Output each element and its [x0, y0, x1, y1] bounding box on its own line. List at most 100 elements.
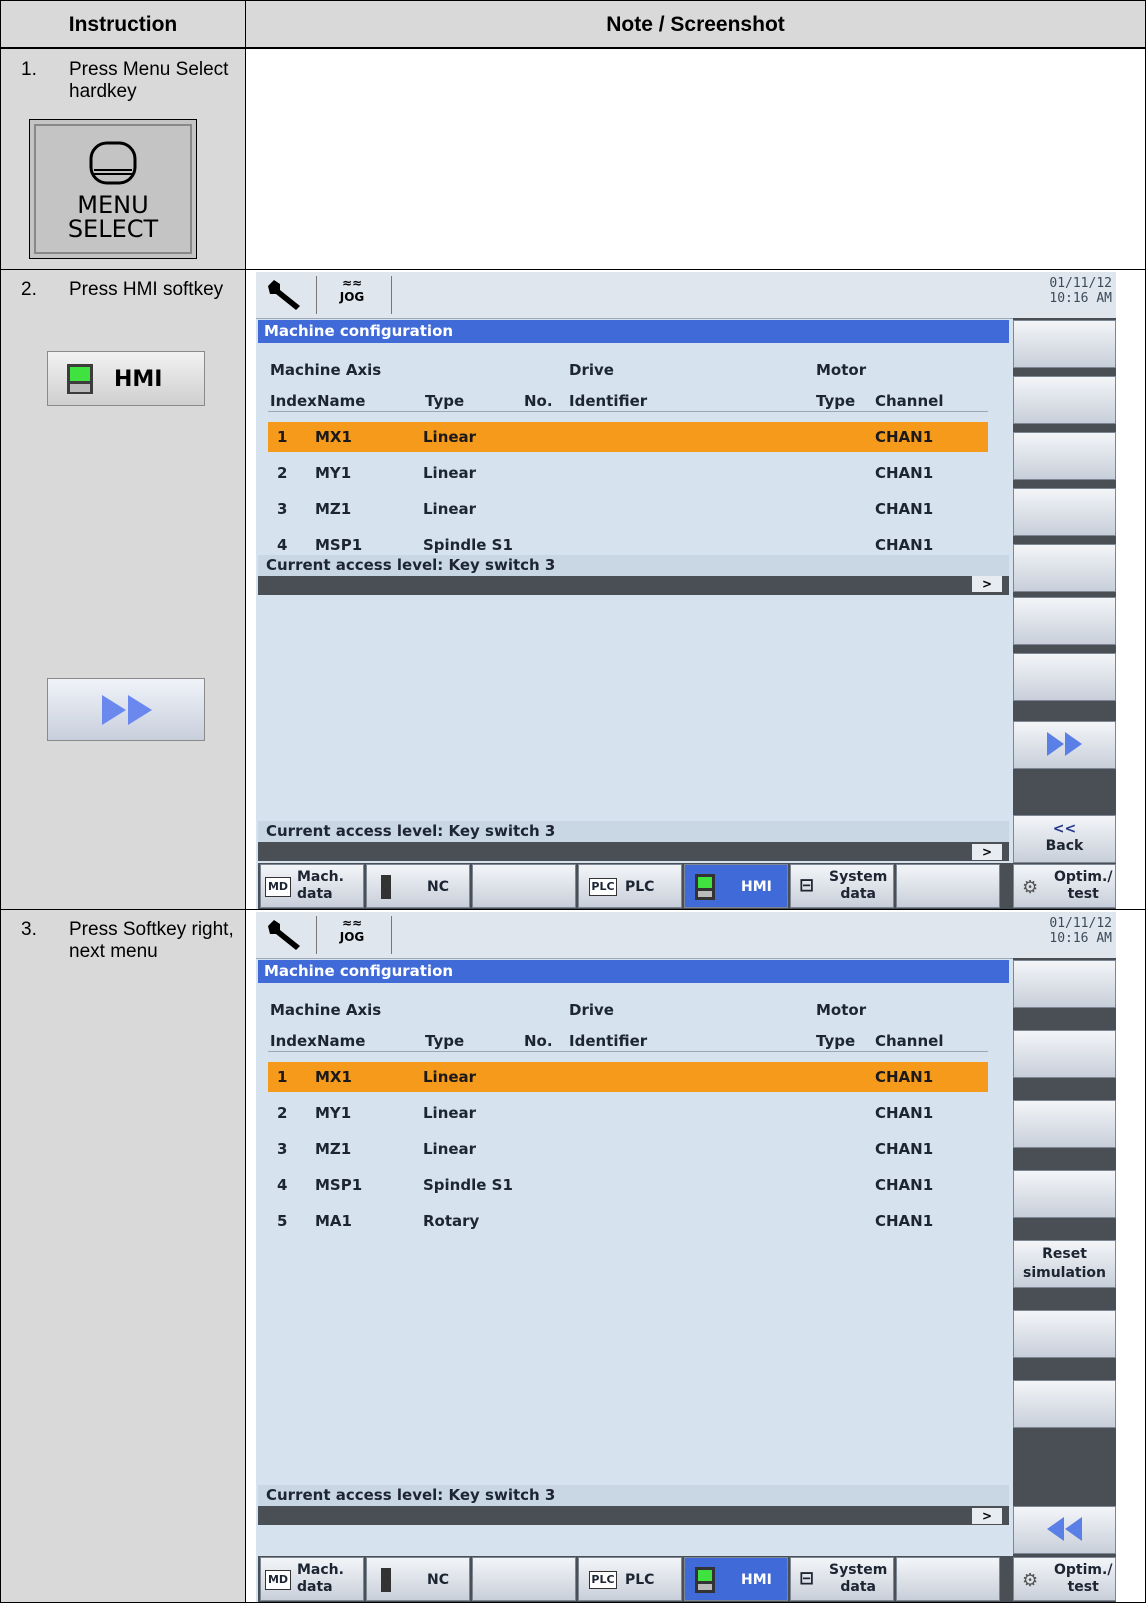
optim-label-1: Optim./: [1054, 869, 1113, 885]
optim-test-softkey[interactable]: ⚙ Optim./test: [1013, 1557, 1116, 1601]
reset-simulation-softkey[interactable]: Reset simulation: [1013, 1240, 1116, 1288]
time: 10:16 AM: [1049, 931, 1112, 946]
separator: [391, 916, 392, 954]
cell-channel: CHAN1: [875, 1068, 934, 1086]
table-row[interactable]: 2 MY1 Linear CHAN1: [268, 1098, 988, 1128]
table-row[interactable]: 4 MSP1 Spindle S1 CHAN1: [268, 1170, 988, 1200]
vertical-softkey-4[interactable]: [1013, 1170, 1116, 1218]
hmi-softkey-image[interactable]: HMI: [47, 351, 205, 406]
group-header-drive: Drive: [569, 361, 614, 379]
table-row[interactable]: 3 MZ1 Linear CHAN1: [268, 494, 988, 524]
empty-softkey[interactable]: [472, 864, 576, 908]
plc-softkey[interactable]: PLC PLC: [578, 864, 682, 908]
cell-type: Linear: [423, 1140, 477, 1158]
system-data-softkey[interactable]: ⊟ System data: [790, 1557, 894, 1601]
nc-label: NC: [427, 1572, 449, 1588]
time: 10:16 AM: [1049, 291, 1112, 306]
mach-data-softkey[interactable]: MD Mach. data: [260, 1557, 364, 1601]
previous-menu-softkey[interactable]: [1013, 1506, 1116, 1554]
next-arrow-icon: [102, 695, 152, 725]
cell-type: Linear: [423, 428, 477, 446]
group-header-machine-axis: Machine Axis: [270, 1001, 382, 1019]
cell-index: 2: [277, 1104, 288, 1122]
optim-label-2: test: [1067, 1579, 1099, 1595]
vertical-softkey-2[interactable]: [1013, 1030, 1116, 1078]
hardkey-label: MENU SELECT: [30, 193, 196, 241]
vertical-softkey-3[interactable]: [1013, 1100, 1116, 1148]
hmi-softkey[interactable]: HMI: [684, 864, 788, 908]
group-header-motor: Motor: [816, 361, 867, 379]
jog-waves: ≈≈: [341, 276, 363, 290]
mach-data-softkey[interactable]: MD Mach. data: [260, 864, 364, 908]
col-name: Name: [317, 392, 366, 410]
cell-channel: CHAN1: [875, 1212, 934, 1230]
cell-channel: CHAN1: [875, 428, 934, 446]
table-row[interactable]: 5 MA1 Rotary CHAN1: [268, 1206, 988, 1236]
cell-name: MA1: [315, 1212, 352, 1230]
next-arrow-icon: [1046, 732, 1082, 756]
vertical-softkey-1[interactable]: [1013, 960, 1116, 1008]
menu-select-hardkey[interactable]: MENU SELECT: [29, 119, 197, 259]
vertical-softkey-4[interactable]: [1013, 488, 1116, 536]
cell-index: 3: [277, 500, 288, 518]
vertical-softkey-2[interactable]: [1013, 376, 1116, 424]
cell-index: 1: [277, 1068, 288, 1086]
system-label-1: System: [829, 869, 888, 885]
scroll-right-button[interactable]: >: [972, 1508, 1002, 1524]
hmi-panel-icon: [67, 364, 93, 394]
vertical-softkey-7[interactable]: [1013, 653, 1116, 701]
jog-mode-icon: ≈≈ JOG: [330, 276, 374, 304]
row-divider: [1, 269, 1145, 270]
nc-softkey[interactable]: NC: [366, 1557, 470, 1601]
mach-data-label: Mach. data: [297, 869, 344, 903]
vertical-softkey-6[interactable]: [1013, 597, 1116, 645]
separator: [316, 916, 317, 954]
back-softkey[interactable]: << Back: [1013, 815, 1116, 863]
col-channel: Channel: [875, 392, 944, 410]
cell-type: Linear: [423, 1068, 477, 1086]
vertical-softkey-7[interactable]: [1013, 1380, 1116, 1428]
scroll-right-button[interactable]: >: [972, 844, 1002, 860]
optim-test-softkey[interactable]: ⚙ Optim./test: [1013, 864, 1116, 908]
plc-softkey[interactable]: PLC PLC: [578, 1557, 682, 1601]
next-menu-softkey[interactable]: [1013, 721, 1116, 769]
date: 01/11/12: [1049, 276, 1112, 291]
cell-name: MY1: [315, 464, 352, 482]
hmi-softkey-label: HMI: [114, 367, 163, 392]
system-data-softkey[interactable]: ⊟ System data: [790, 864, 894, 908]
system-tree-icon: ⊟: [799, 875, 815, 896]
nc-softkey[interactable]: NC: [366, 864, 470, 908]
empty-softkey[interactable]: [896, 1557, 1000, 1601]
table-row[interactable]: 3 MZ1 Linear CHAN1: [268, 1134, 988, 1164]
step-number: 3.: [21, 919, 37, 940]
mach-data-label-2: data: [297, 1579, 333, 1595]
vertical-softkey-3[interactable]: [1013, 432, 1116, 480]
table-row[interactable]: 2 MY1 Linear CHAN1: [268, 458, 988, 488]
vertical-softkey-5[interactable]: [1013, 544, 1116, 592]
vertical-softkey-1[interactable]: [1013, 320, 1116, 368]
cell-name: MA1: [315, 595, 352, 597]
table-row[interactable]: 1 MX1 Linear CHAN1: [268, 422, 988, 452]
plc-label: PLC: [625, 879, 655, 895]
col-type: Type: [425, 1032, 465, 1050]
hmi-softkey[interactable]: HMI: [684, 1557, 788, 1601]
table-row[interactable]: 5 MA1 Rotary CHAN1: [268, 595, 988, 597]
empty-softkey[interactable]: [472, 1557, 576, 1601]
header-instruction: Instruction: [68, 13, 178, 36]
cell-name: MZ1: [315, 1140, 352, 1158]
horizontal-softkey-bar: MD Mach. data NC PLC PLC HMI ⊟ System data…: [258, 863, 1116, 909]
table-row[interactable]: 1 MX1 Linear CHAN1: [268, 1062, 988, 1092]
separator: [391, 276, 392, 314]
step-number: 1.: [21, 59, 37, 80]
system-tree-icon: ⊟: [799, 1568, 815, 1589]
axis-table: Machine Axis Drive Motor Index Name Type…: [258, 983, 1009, 1485]
window-title: Machine configuration: [258, 320, 1009, 343]
scroll-right-button[interactable]: >: [972, 576, 1002, 592]
plc-icon: PLC: [589, 878, 617, 896]
vertical-softkey-6[interactable]: [1013, 1310, 1116, 1358]
step-number: 2.: [21, 279, 37, 300]
next-menu-softkey-image[interactable]: [47, 678, 205, 741]
mach-data-label-2: data: [297, 886, 333, 902]
top-bar: ≈≈ JOG 01/11/12 10:16 AM: [256, 272, 1116, 319]
empty-softkey[interactable]: [896, 864, 1000, 908]
